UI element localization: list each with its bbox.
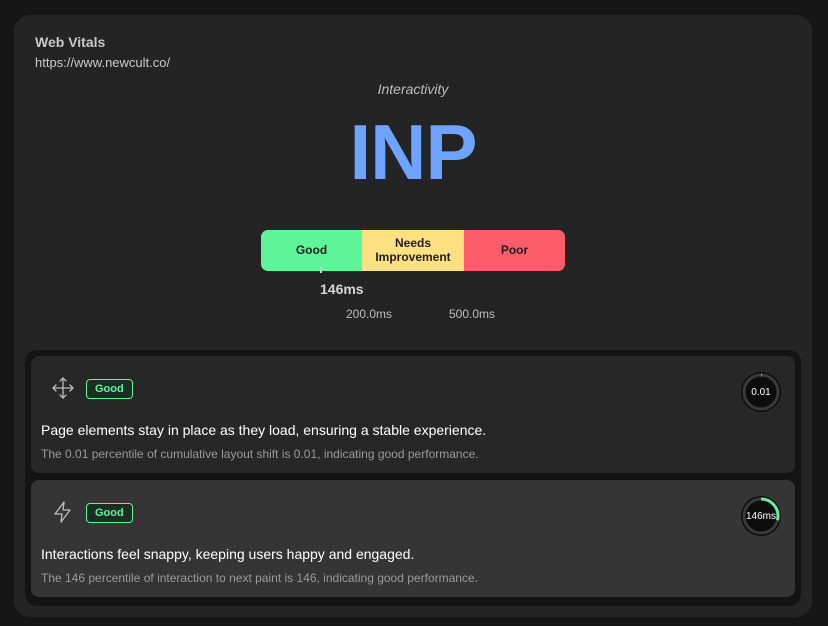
insight-item-inp[interactable]: Good 146ms Interactions feel snappy, kee…	[31, 480, 795, 597]
threshold-good: 200.0ms	[346, 307, 393, 321]
insight-title: Page elements stay in place as they load…	[41, 422, 487, 438]
insight-title: Interactions feel snappy, keeping users …	[41, 546, 415, 562]
gauge-value: 146ms	[745, 510, 776, 522]
app-title: Web Vitals	[35, 34, 106, 50]
insight-description: The 146 percentile of interaction to nex…	[41, 571, 478, 585]
status-badge: Good	[86, 503, 133, 523]
scale-poor: Poor	[464, 230, 565, 271]
web-vitals-card: Web Vitals https://www.newcult.co/ Inter…	[14, 15, 812, 617]
insight-description: The 0.01 percentile of cumulative layout…	[41, 447, 479, 461]
site-url: https://www.newcult.co/	[35, 55, 171, 70]
scale-needs-improvement: Needs Improvement	[362, 230, 464, 271]
metric-name: INP	[349, 108, 477, 196]
score-gauge: 0.01	[740, 371, 782, 413]
metric-category: Interactivity	[377, 81, 449, 97]
threshold-poor: 500.0ms	[449, 307, 496, 321]
gauge-value: 0.01	[751, 386, 771, 398]
insight-item-cls[interactable]: Good 0.01 Page elements stay in place as…	[31, 356, 795, 473]
lightning-icon	[51, 500, 75, 524]
move-arrows-icon	[51, 376, 75, 400]
rating-scale: Good Needs Improvement Poor	[261, 230, 565, 271]
current-value: 146ms	[320, 281, 364, 297]
score-gauge: 146ms	[740, 495, 782, 537]
insights-panel: Good 0.01 Page elements stay in place as…	[25, 350, 801, 606]
value-marker	[320, 267, 322, 273]
scale-good: Good	[261, 230, 362, 271]
status-badge: Good	[86, 379, 133, 399]
